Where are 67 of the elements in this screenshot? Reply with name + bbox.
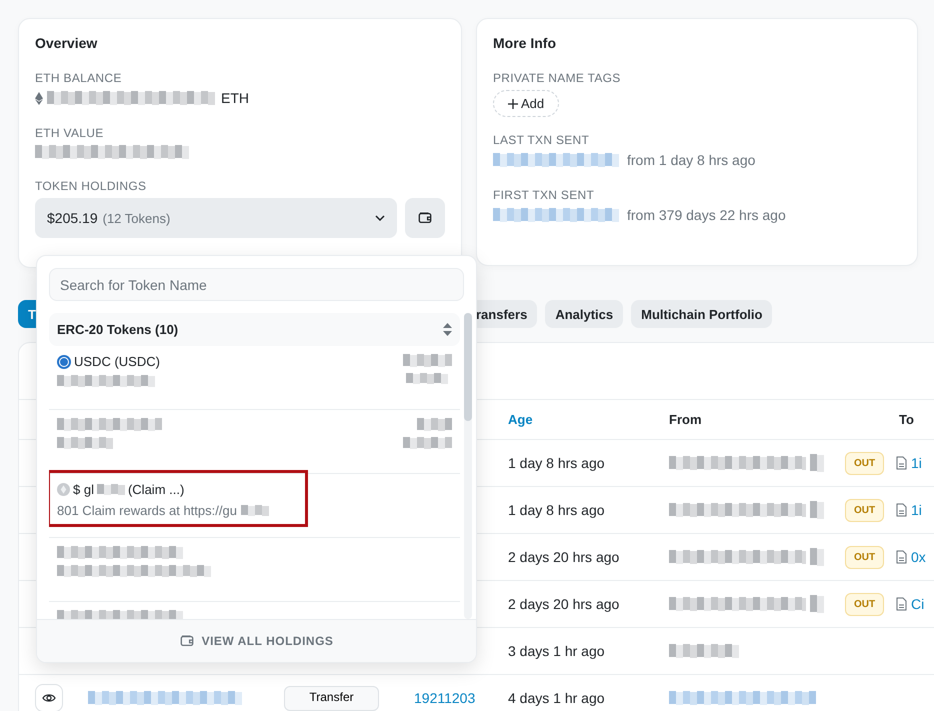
blurred-text xyxy=(96,484,125,495)
token-holdings-select[interactable]: $205.19 (12 Tokens) xyxy=(35,198,397,238)
age-cell: 1 day 8 hrs ago xyxy=(508,455,605,471)
column-header: From xyxy=(669,412,702,427)
column-header: To xyxy=(899,412,914,427)
add-tag-button[interactable]: Add xyxy=(493,90,560,117)
blurred-text xyxy=(810,548,826,566)
plus-icon xyxy=(508,98,518,108)
direction-badge: OUT xyxy=(845,452,884,474)
field-label: TOKEN HOLDINGS xyxy=(35,179,148,193)
address-link[interactable]: Ci xyxy=(911,596,924,612)
field-label: LAST TXN SENT xyxy=(493,133,590,147)
coin-icon xyxy=(57,354,71,368)
field-label: ETH VALUE xyxy=(35,126,104,140)
token-name-end: (Claim ...) xyxy=(128,482,184,497)
age-cell: 2 days 20 hrs ago xyxy=(508,596,620,612)
card-title: Overview xyxy=(35,35,98,51)
blurred-text xyxy=(240,505,269,516)
age-cell: 1 day 8 hrs ago xyxy=(508,502,605,518)
document-icon xyxy=(896,503,907,517)
eye-icon xyxy=(42,693,56,703)
blurred-text xyxy=(403,354,452,367)
address-link[interactable]: 0x xyxy=(911,549,926,565)
view-all-holdings-button[interactable]: VIEW ALL HOLDINGS xyxy=(37,619,476,662)
age-cell: 4 days 1 hr ago xyxy=(508,690,605,706)
blurred-text xyxy=(417,418,452,431)
field-label: ETH BALANCE xyxy=(35,71,123,85)
blurred-text xyxy=(810,595,826,613)
blurred-text xyxy=(403,437,452,449)
tab[interactable]: Multichain Portfolio xyxy=(631,300,772,328)
document-icon xyxy=(896,597,907,611)
chevron-down-icon xyxy=(375,215,385,221)
wallet-icon xyxy=(418,211,432,225)
wallet-icon xyxy=(180,634,194,648)
direction-badge: OUT xyxy=(845,546,884,568)
document-icon xyxy=(896,456,907,470)
method-button[interactable]: Transfer xyxy=(284,686,379,710)
age-cell: 2 days 20 hrs ago xyxy=(508,549,620,565)
direction-badge: OUT xyxy=(845,498,884,522)
block-link[interactable]: 19211203 xyxy=(414,690,476,706)
token-group-header[interactable]: ERC-20 Tokens (10) xyxy=(49,313,460,346)
ethereum-icon xyxy=(35,92,43,104)
scrollbar[interactable] xyxy=(464,313,472,619)
blurred-text xyxy=(810,454,826,472)
wallet-button[interactable] xyxy=(405,198,445,238)
direction-badge: OUT xyxy=(845,592,884,616)
tab[interactable]: Analytics xyxy=(545,300,624,328)
field-label: FIRST TXN SENT xyxy=(493,188,596,202)
address-link[interactable]: 1i xyxy=(911,455,922,471)
balance-unit: ETH xyxy=(221,90,249,106)
blurred-text xyxy=(57,437,113,449)
preview-button[interactable] xyxy=(35,684,63,711)
document-icon xyxy=(896,550,907,564)
token-name: USDC (USDC) xyxy=(74,354,160,369)
token-name-start: $ gl xyxy=(73,482,94,497)
txn-age: from 379 days 22 hrs ago xyxy=(627,207,786,223)
column-header[interactable]: Age xyxy=(508,412,533,427)
blurred-text xyxy=(810,501,826,519)
coin-icon xyxy=(57,483,70,496)
txn-age: from 1 day 8 hrs ago xyxy=(627,152,756,168)
search-field[interactable]: Search for Token Name xyxy=(49,268,464,301)
card-title: More Info xyxy=(493,35,557,51)
address-link[interactable]: 1i xyxy=(911,502,922,518)
token-description: 801 Claim rewards at https://gu xyxy=(57,503,237,518)
age-cell: 3 days 1 hr ago xyxy=(508,643,605,659)
field-label: PRIVATE NAME TAGS xyxy=(493,71,622,85)
sort-icon xyxy=(443,323,452,336)
